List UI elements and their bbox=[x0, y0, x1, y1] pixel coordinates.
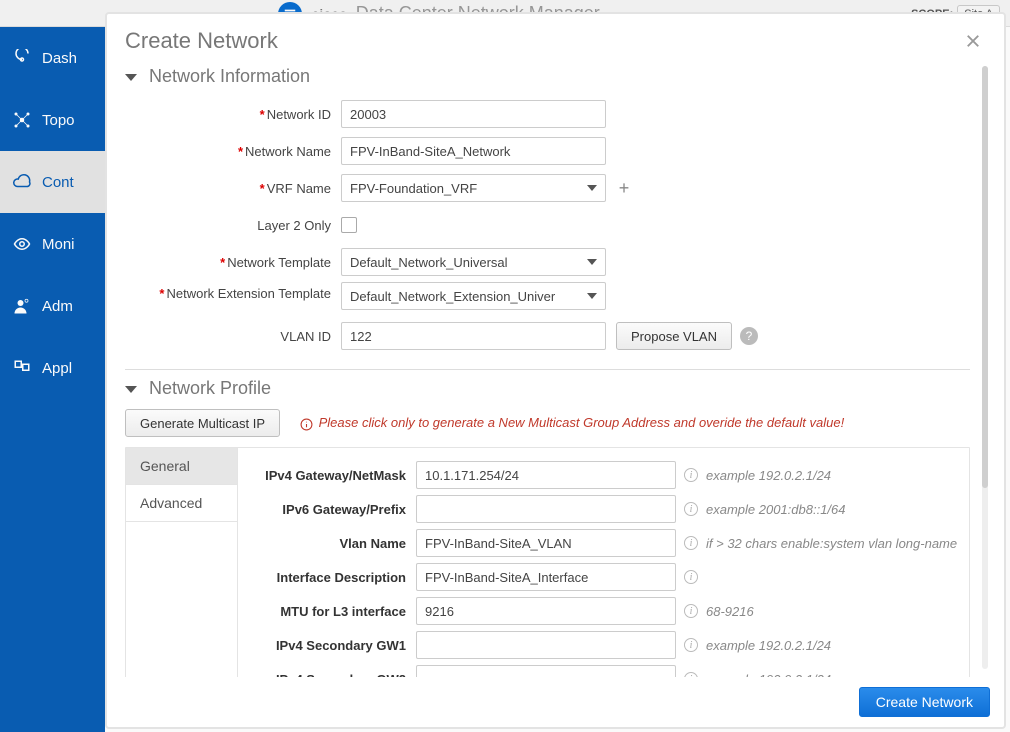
close-button[interactable] bbox=[960, 28, 986, 54]
field-label: Vlan Name bbox=[244, 536, 416, 551]
info-icon[interactable]: i bbox=[684, 604, 698, 618]
field-label: Interface Description bbox=[244, 570, 416, 585]
caret-down-icon bbox=[125, 74, 137, 81]
scrollbar[interactable] bbox=[982, 66, 988, 669]
info-icon[interactable]: i bbox=[684, 468, 698, 482]
field-label: *Network Template bbox=[131, 255, 341, 270]
add-vrf-button[interactable]: + bbox=[614, 178, 634, 198]
modal-footer: Create Network bbox=[107, 677, 1004, 727]
field-hint: example 192.0.2.1/24 bbox=[706, 468, 831, 483]
chevron-down-icon bbox=[587, 293, 597, 299]
vlan-name-input[interactable] bbox=[416, 529, 676, 557]
field-label: MTU for L3 interface bbox=[244, 604, 416, 619]
field-hint: example 192.0.2.1/24 bbox=[706, 638, 831, 653]
interface-description-input[interactable] bbox=[416, 563, 676, 591]
plus-icon: + bbox=[619, 178, 630, 199]
vrf-name-select[interactable]: FPV-Foundation_VRF bbox=[341, 174, 606, 202]
network-name-input[interactable] bbox=[341, 137, 606, 165]
network-template-select[interactable]: Default_Network_Universal bbox=[341, 248, 606, 276]
field-hint: example 192.0.2.1/24 bbox=[706, 672, 831, 678]
mtu-input[interactable] bbox=[416, 597, 676, 625]
chevron-down-icon bbox=[587, 185, 597, 191]
field-label: *Network ID bbox=[131, 107, 341, 122]
modal-title: Create Network bbox=[125, 28, 278, 54]
field-label: VLAN ID bbox=[131, 329, 341, 344]
field-label: IPv4 Secondary GW1 bbox=[244, 638, 416, 653]
field-label: IPv6 Gateway/Prefix bbox=[244, 502, 416, 517]
section-network-profile[interactable]: Network Profile bbox=[125, 378, 970, 399]
create-network-modal: Create Network Network Information *Netw… bbox=[105, 12, 1006, 729]
layer2-only-checkbox[interactable] bbox=[341, 217, 357, 233]
section-title: Network Profile bbox=[149, 378, 271, 399]
field-label: IPv4 Secondary GW2 bbox=[244, 672, 416, 678]
section-title: Network Information bbox=[149, 66, 310, 87]
vlan-id-input[interactable] bbox=[341, 322, 606, 350]
info-icon bbox=[300, 418, 313, 431]
multicast-warning-text: Please click only to generate a New Mult… bbox=[300, 415, 844, 430]
tab-advanced[interactable]: Advanced bbox=[126, 485, 237, 522]
tab-general[interactable]: General bbox=[126, 448, 237, 485]
field-label: Layer 2 Only bbox=[131, 218, 341, 233]
network-ext-template-select[interactable]: Default_Network_Extension_Univer bbox=[341, 282, 606, 310]
info-icon[interactable]: i bbox=[684, 672, 698, 677]
info-icon[interactable]: i bbox=[684, 502, 698, 516]
section-network-information[interactable]: Network Information bbox=[125, 66, 970, 87]
modal-header: Create Network bbox=[107, 14, 1004, 58]
ipv4-secondary-gw2-input[interactable] bbox=[416, 665, 676, 677]
field-hint: if > 32 chars enable:system vlan long-na… bbox=[706, 536, 957, 551]
field-label: *Network Extension Template bbox=[131, 282, 341, 302]
ipv4-gateway-input[interactable] bbox=[416, 461, 676, 489]
profile-tabs: General Advanced bbox=[126, 448, 238, 677]
generate-multicast-ip-button[interactable]: Generate Multicast IP bbox=[125, 409, 280, 437]
field-hint: 68-9216 bbox=[706, 604, 754, 619]
network-id-input[interactable] bbox=[341, 100, 606, 128]
field-label: *VRF Name bbox=[131, 181, 341, 196]
divider bbox=[125, 369, 970, 370]
caret-down-icon bbox=[125, 386, 137, 393]
help-icon[interactable]: ? bbox=[740, 327, 758, 345]
propose-vlan-button[interactable]: Propose VLAN bbox=[616, 322, 732, 350]
modal-body: Network Information *Network ID *Network… bbox=[107, 58, 1004, 677]
ipv6-gateway-input[interactable] bbox=[416, 495, 676, 523]
info-icon[interactable]: i bbox=[684, 638, 698, 652]
info-icon[interactable]: i bbox=[684, 536, 698, 550]
ipv4-secondary-gw1-input[interactable] bbox=[416, 631, 676, 659]
close-icon bbox=[964, 32, 982, 50]
network-profile-container: General Advanced IPv4 Gateway/NetMask i … bbox=[125, 447, 970, 677]
info-icon[interactable]: i bbox=[684, 570, 698, 584]
scrollbar-thumb[interactable] bbox=[982, 66, 988, 488]
create-network-button[interactable]: Create Network bbox=[859, 687, 990, 717]
chevron-down-icon bbox=[587, 259, 597, 265]
field-label: IPv4 Gateway/NetMask bbox=[244, 468, 416, 483]
field-label: *Network Name bbox=[131, 144, 341, 159]
profile-panel-general: IPv4 Gateway/NetMask i example 192.0.2.1… bbox=[238, 448, 969, 677]
network-info-form: *Network ID *Network Name *VRF Name FPV-… bbox=[125, 97, 970, 353]
field-hint: example 2001:db8::1/64 bbox=[706, 502, 846, 517]
modal-scroll-area[interactable]: Network Information *Network ID *Network… bbox=[125, 58, 970, 677]
